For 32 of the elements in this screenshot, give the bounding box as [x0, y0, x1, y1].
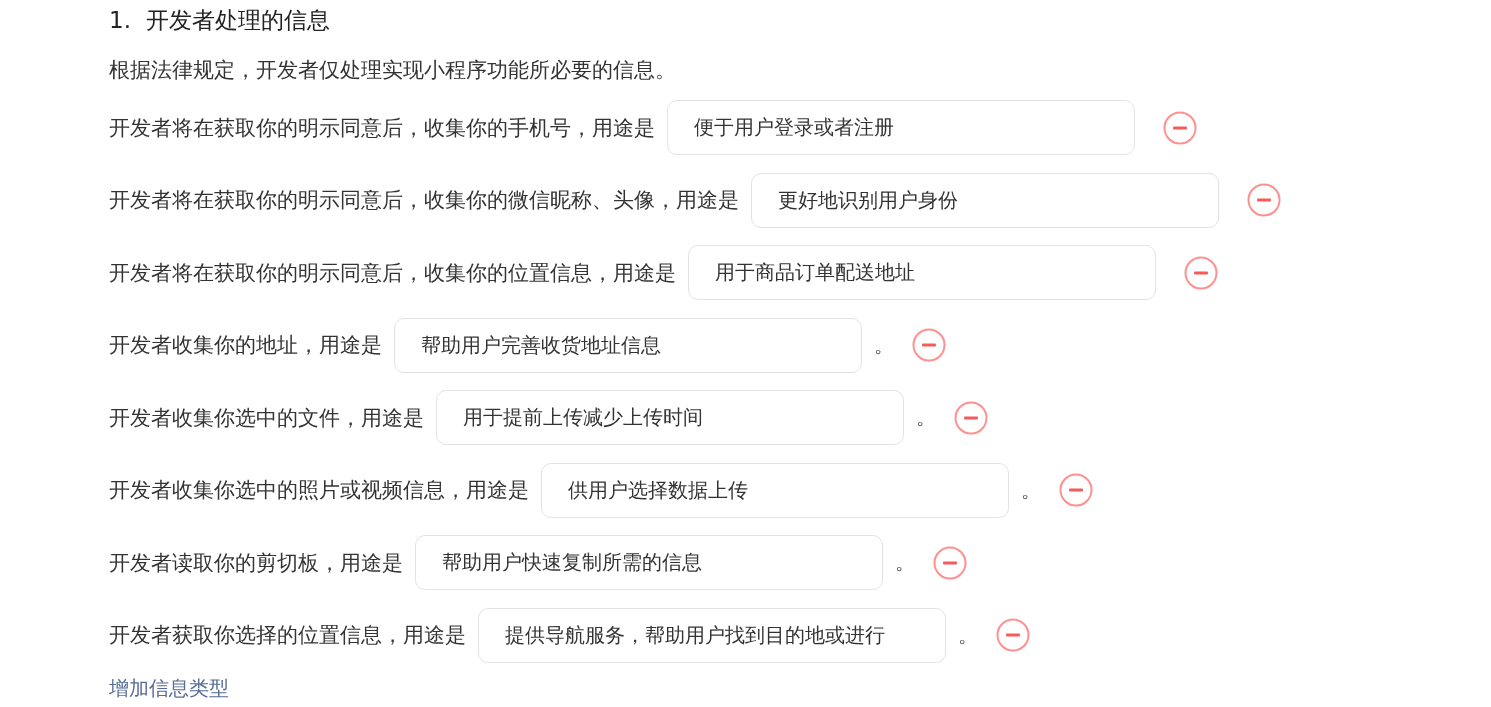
input-field[interactable]: 帮助用户快速复制所需的信息: [415, 535, 883, 590]
remove-icon[interactable]: [1163, 110, 1197, 145]
remove-icon[interactable]: [1184, 255, 1218, 290]
period-mark: 。: [874, 331, 894, 359]
period-mark: 。: [895, 549, 915, 576]
input-field[interactable]: 帮助用户完善收货地址信息: [394, 317, 862, 373]
period-mark: 。: [916, 404, 936, 431]
remove-icon[interactable]: [912, 328, 946, 362]
purpose-label: 开发者将在获取你的明示同意后，收集你的微信昵称、头像，用途是: [109, 187, 739, 214]
remove-icon[interactable]: [996, 618, 1030, 652]
purpose-label: 开发者收集你的地址，用途是: [109, 332, 382, 359]
input-field[interactable]: 用于提前上传减少上传时间: [436, 390, 904, 445]
input-field[interactable]: 便于用户登录或者注册: [667, 100, 1135, 155]
purpose-label: 开发者读取你的剪切板，用途是: [109, 549, 403, 577]
intro-text: 根据法律规定，开发者仅处理实现小程序功能所必要的信息。: [109, 57, 677, 84]
input-field[interactable]: 提供导航服务，帮助用户找到目的地或进行: [478, 607, 946, 663]
input-field[interactable]: 供用户选择数据上传: [541, 462, 1009, 518]
section-title: 1. 开发者处理的信息: [109, 6, 331, 35]
remove-icon[interactable]: [954, 400, 988, 435]
purpose-label: 开发者收集你选中的照片或视频信息，用途是: [109, 477, 529, 504]
remove-icon[interactable]: [1059, 473, 1093, 507]
input-field[interactable]: 更好地识别用户身份: [751, 172, 1219, 228]
input-field[interactable]: 用于商品订单配送地址: [688, 245, 1156, 300]
add-info-type-link[interactable]: 增加信息类型: [109, 676, 229, 700]
purpose-label: 开发者获取你选择的位置信息，用途是: [109, 622, 466, 649]
purpose-label: 开发者收集你选中的文件，用途是: [109, 404, 424, 432]
period-mark: 。: [958, 621, 978, 649]
remove-icon[interactable]: [1247, 183, 1281, 217]
purpose-label: 开发者将在获取你的明示同意后，收集你的位置信息，用途是: [109, 259, 676, 287]
purpose-label: 开发者将在获取你的明示同意后，收集你的手机号，用途是: [109, 114, 655, 142]
period-mark: 。: [1021, 476, 1041, 504]
remove-icon[interactable]: [933, 545, 967, 580]
